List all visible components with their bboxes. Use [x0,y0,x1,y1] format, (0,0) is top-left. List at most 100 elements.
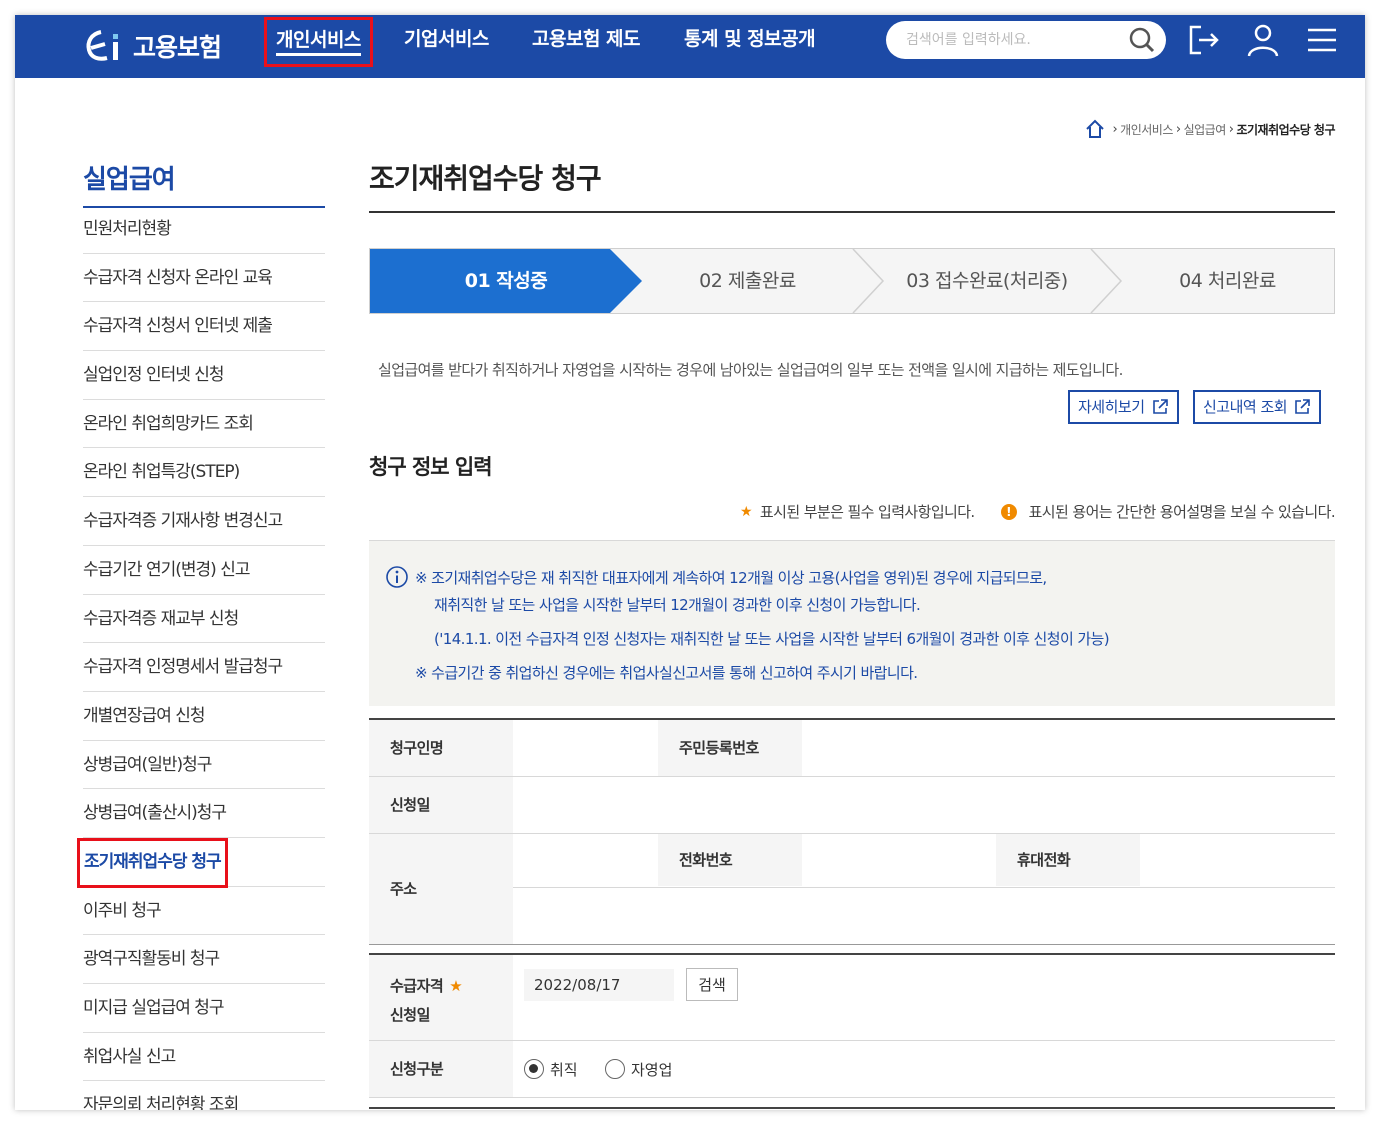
notice-box: ※ 조기재취업수당은 재 취직한 대표자에게 계속하여 12개월 이상 고용(사… [369,540,1335,706]
mobile-label: 휴대전화 [996,834,1140,886]
qualification-date-input[interactable] [524,969,674,1001]
radio-unselected-icon[interactable] [605,1059,625,1079]
table-bottom-border [369,1107,1335,1109]
section-title: 청구 정보 입력 [369,455,493,479]
search-icon[interactable] [1128,26,1156,54]
sidebar-item-label: 조기재취업수당 청구 [77,837,228,888]
menu-icon[interactable] [1303,21,1341,59]
sidebar-title: 실업급여 [83,159,325,208]
nav-label: 개인서비스 [276,29,361,51]
breadcrumb-item[interactable]: 실업급여 [1184,121,1227,138]
claimant-name-label: 청구인명 [369,720,513,776]
exclamation-icon: ! [1000,503,1017,520]
chevron-right-icon: › [1112,121,1118,137]
radio-self-employed[interactable]: 자영업 [605,1041,672,1097]
breadcrumb-current: 조기재취업수당 청구 [1236,122,1335,137]
sidebar-item[interactable]: 상병급여(일반)청구 [83,741,325,790]
sidebar-item[interactable]: 실업인정 인터넷 신청 [83,351,325,400]
chevron-right-icon: › [1228,121,1234,137]
claim-detail-table: 수급자격 ★ 신청일 검색 신청구분 취직 자영업 [369,953,1335,1110]
apply-date-value [513,777,1335,833]
nav-personal-services[interactable]: 개인서비스 [264,17,373,67]
apply-date-label: 신청일 [369,777,513,833]
qualification-search-button[interactable]: 검색 [686,968,738,1001]
user-icon[interactable] [1244,21,1282,59]
table-row: 신청일 [369,777,1335,834]
home-icon[interactable] [1085,119,1105,139]
legend-glossary-text: 표시된 용어는 간단한 용어설명을 보실 수 있습니다. [1028,503,1336,521]
label-text: 신청일 [390,1006,430,1024]
sidebar-item[interactable]: 상병급여(출산시)청구 [83,789,325,838]
report-history-button[interactable]: 신고내역 조회 [1193,390,1322,424]
sidebar-item[interactable]: 수급자격증 재교부 신청 [83,595,325,644]
external-link-icon [1152,399,1168,414]
application-type-label: 신청구분 [369,1041,513,1097]
sidebar-item[interactable]: 민원처리현황 [83,205,325,254]
service-description: 실업급여를 받다가 취직하거나 자영업을 시작하는 경우에 남아있는 실업급여의… [378,361,1123,379]
table-row: 신청구분 취직 자영업 [369,1041,1335,1098]
breadcrumb: › 개인서비스 › 실업급여 › 조기재취업수당 청구 [1085,119,1335,139]
radio-label: 취직 [550,1060,578,1079]
notice-line: ('14.1.1. 이전 수급자격 인정 신청자는 재취직한 날 또는 사업을 … [434,630,1110,648]
table-row: 청구인명 주민등록번호 [369,720,1335,777]
sidebar-item[interactable]: 수급자격 신청서 인터넷 제출 [83,302,325,352]
sidebar-item-active[interactable]: 조기재취업수당 청구 [77,837,325,888]
external-link-icon [1295,399,1310,414]
nav-insurance-system[interactable]: 고용보험 제도 [532,27,641,65]
legend-required-text: 표시된 부분은 필수 입력사항입니다. [759,503,975,521]
nav-statistics[interactable]: 통계 및 정보공개 [684,27,816,65]
label-text: 수급자격 [390,977,444,995]
phone-label: 전화번호 [658,834,802,886]
search-input[interactable] [906,29,1116,51]
claimant-name-value [513,720,658,776]
step-submitted: 02 제출완료 [699,270,796,292]
progress-steps: 01 작성중 02 제출완료 03 접수완료(처리중) 04 처리완료 [369,248,1335,314]
step-completed: 04 처리완료 [1179,270,1276,292]
ei-logo-icon [86,30,118,61]
sidebar-item[interactable]: 수급기간 연기(변경) 신고 [83,546,325,595]
notice-line: 재취직한 날 또는 사업을 시작한 날부터 12개월이 경과한 이후 신청이 가… [434,596,921,614]
sidebar-item[interactable]: 자문의뢰 처리현황 조회 [83,1081,325,1110]
page-title: 조기재취업수당 청구 [369,157,1335,213]
nav-business-services[interactable]: 기업서비스 [404,27,489,65]
radio-selected-icon[interactable] [524,1059,544,1079]
sidebar-menu: 민원처리현황 수급자격 신청자 온라인 교육 수급자격 신청서 인터넷 제출 실… [77,205,325,1110]
table-row: 수급자격 ★ 신청일 검색 [369,955,1335,1041]
input-legend: ★ 표시된 부분은 필수 입력사항입니다. ! 표시된 용어는 간단한 용어설명… [739,501,1336,522]
sidebar-item[interactable]: 미지급 실업급여 청구 [83,984,325,1033]
notice-line: ※ 수급기간 중 취업하신 경우에는 취업사실신고서를 통해 신고하여 주시기 … [415,664,918,682]
browser-page: 고용보험 개인서비스 기업서비스 고용보험 제도 통계 및 정보공개 검색어를 … [15,15,1365,1110]
button-label: 자세히보기 [1078,397,1145,416]
sidebar-item[interactable]: 취업사실 신고 [83,1033,325,1082]
address-label: 주소 [369,834,513,944]
table-row: 주소 전화번호 휴대전화 [369,834,1335,945]
sidebar-item[interactable]: 광역구직활동비 청구 [83,935,325,984]
logout-icon[interactable] [1185,21,1223,59]
top-navigation-bar: 고용보험 개인서비스 기업서비스 고용보험 제도 통계 및 정보공개 [15,15,1365,78]
sidebar-item[interactable]: 수급자격증 기재사항 변경신고 [83,497,325,546]
logo-text: 고용보험 [133,33,222,62]
sidebar-item[interactable]: 수급자격 신청자 온라인 교육 [83,254,325,303]
sidebar-item[interactable]: 온라인 취업희망카드 조회 [83,400,325,449]
radio-label: 자영업 [631,1060,673,1079]
claimant-info-table: 청구인명 주민등록번호 신청일 주소 전화번호 휴대전화 [369,718,1335,945]
chevron-right-icon: › [1175,121,1181,137]
row-divider [513,887,1335,888]
required-star-icon: ★ [739,503,753,520]
rrn-value [802,720,1335,776]
breadcrumb-item[interactable]: 개인서비스 [1120,121,1173,138]
sidebar-item[interactable]: 이주비 청구 [83,887,325,936]
notice-line: ※ 조기재취업수당은 재 취직한 대표자에게 계속하여 12개월 이상 고용(사… [415,569,1047,587]
step-writing: 01 작성중 [464,270,548,292]
required-star-icon: ★ [449,977,463,995]
site-logo[interactable]: 고용보험 [83,23,222,69]
rrn-label: 주민등록번호 [658,720,802,776]
sidebar-item[interactable]: 수급자격 인정명세서 발급청구 [83,643,325,692]
nav-active-underline [276,53,361,56]
sidebar-item[interactable]: 개별연장급여 신청 [83,692,325,741]
address-value [513,834,1335,944]
detail-view-button[interactable]: 자세히보기 [1068,390,1179,424]
radio-employment[interactable]: 취직 [524,1041,578,1097]
sidebar-item[interactable]: 온라인 취업특강(STEP) [83,448,325,498]
button-label: 신고내역 조회 [1203,397,1288,416]
